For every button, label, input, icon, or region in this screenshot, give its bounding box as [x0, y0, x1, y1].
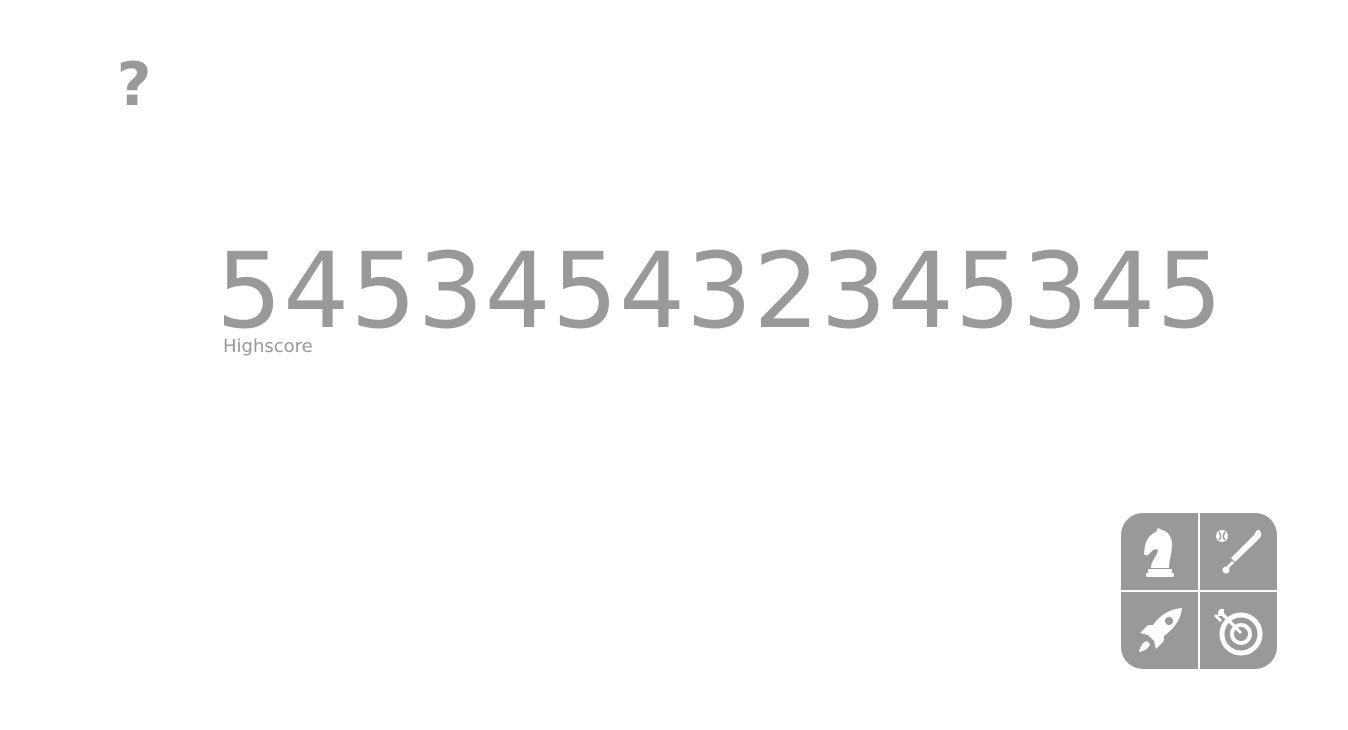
baseball-bat-icon	[1215, 529, 1261, 573]
chess-knight-icon	[1143, 527, 1174, 577]
question-mark-icon: ?	[116, 50, 152, 120]
dart-target-icon	[1213, 608, 1262, 655]
highscore-value: 545345432345345	[216, 230, 1224, 352]
baseball-mode-button[interactable]	[1200, 513, 1277, 590]
rocket-mode-button[interactable]	[1121, 592, 1198, 669]
rocket-icon	[1138, 607, 1182, 652]
chess-mode-button[interactable]	[1121, 513, 1198, 590]
darts-mode-button[interactable]	[1200, 592, 1277, 669]
game-mode-selector	[1121, 513, 1277, 669]
help-button[interactable]: ?	[112, 52, 156, 118]
game-menu-screen: ? 545345432345345 Highscore	[0, 0, 1348, 730]
highscore-panel: 545345432345345 Highscore	[216, 236, 1224, 357]
